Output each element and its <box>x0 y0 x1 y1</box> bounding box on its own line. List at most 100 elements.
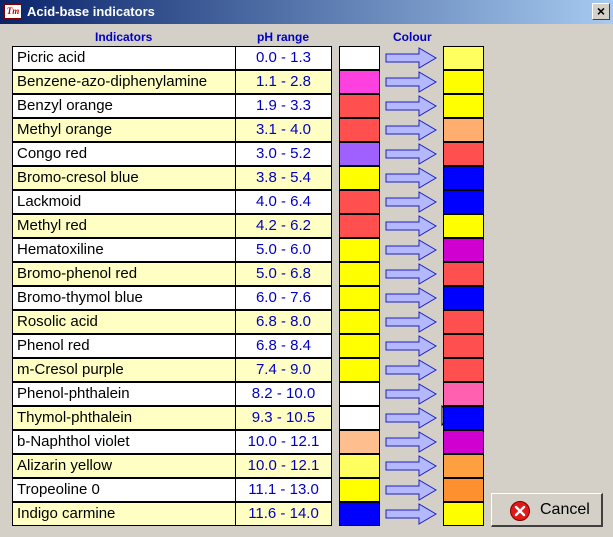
table-row: Picric acid 0.0 - 1.3 <box>12 46 332 70</box>
indicator-name: Rosolic acid <box>13 311 236 333</box>
base-color-swatch <box>443 262 484 286</box>
ph-range: 9.3 - 10.5 <box>251 409 316 426</box>
ph-range: 0.0 - 1.3 <box>255 49 312 66</box>
ph-range: 1.9 - 3.3 <box>255 97 312 114</box>
arrow-right-icon <box>385 95 437 117</box>
acid-color-swatch <box>339 358 380 382</box>
base-color-swatch <box>443 454 484 478</box>
arrow-right-icon <box>385 263 437 285</box>
table-row: Rosolic acid 6.8 - 8.0 <box>12 310 332 334</box>
arrow-right-icon <box>385 191 437 213</box>
cancel-button[interactable]: Cancel <box>491 493 603 527</box>
acid-color-swatch <box>339 70 380 94</box>
base-color-swatch <box>443 382 484 406</box>
ph-range: 4.2 - 6.2 <box>255 217 312 234</box>
arrow-right-icon <box>385 455 437 477</box>
acid-color-swatch <box>339 502 380 526</box>
acid-color-swatch <box>339 478 380 502</box>
table-row: Hematoxiline 5.0 - 6.0 <box>12 238 332 262</box>
base-color-swatch <box>443 286 484 310</box>
indicator-name: Benzyl orange <box>13 95 236 117</box>
base-color-swatch <box>443 310 484 334</box>
base-color-swatch <box>443 478 484 502</box>
cancel-icon <box>510 501 530 521</box>
table-row: b-Naphthol violet 10.0 - 12.1 <box>12 430 332 454</box>
acid-color-swatch <box>339 166 380 190</box>
indicator-name: Phenol-phthalein <box>13 383 236 405</box>
ph-range: 6.8 - 8.4 <box>255 337 312 354</box>
header-indicators: Indicators <box>95 30 153 44</box>
arrow-right-icon <box>385 311 437 333</box>
ph-range: 3.8 - 5.4 <box>255 169 312 186</box>
table-row: Thymol-phthalein 9.3 - 10.5 <box>12 406 332 430</box>
ph-range: 11.6 - 14.0 <box>248 505 319 522</box>
acid-color-swatch <box>339 334 380 358</box>
arrow-right-icon <box>385 287 437 309</box>
acid-color-swatch <box>339 430 380 454</box>
arrow-right-icon <box>385 359 437 381</box>
ph-range: 10.0 - 12.1 <box>247 433 320 450</box>
indicator-name: Bromo-cresol blue <box>13 167 236 189</box>
header-colour: Colour <box>393 30 432 44</box>
acid-color-swatch <box>339 190 380 214</box>
acid-color-swatch <box>339 382 380 406</box>
base-color-swatch <box>443 94 484 118</box>
indicator-name: Bromo-phenol red <box>13 263 236 285</box>
base-color-swatch <box>443 166 484 190</box>
table-row: Methyl red 4.2 - 6.2 <box>12 214 332 238</box>
indicator-name: Indigo carmine <box>13 503 236 525</box>
acid-color-swatch <box>339 142 380 166</box>
table-row: Benzene-azo-diphenylamine 1.1 - 2.8 <box>12 70 332 94</box>
indicator-name: Alizarin yellow <box>13 455 236 477</box>
ph-range: 6.0 - 7.6 <box>255 289 312 306</box>
base-color-swatch <box>443 190 484 214</box>
base-color-swatch <box>443 70 484 94</box>
base-color-swatch <box>443 358 484 382</box>
arrow-right-icon <box>385 479 437 501</box>
acid-color-swatch <box>339 454 380 478</box>
indicator-name: Benzene-azo-diphenylamine <box>13 71 236 93</box>
indicator-name: Thymol-phthalein <box>13 407 236 429</box>
indicator-name: Methyl orange <box>13 119 236 141</box>
arrow-right-icon <box>385 143 437 165</box>
ph-range: 10.0 - 12.1 <box>247 457 320 474</box>
table-row: m-Cresol purple 7.4 - 9.0 <box>12 358 332 382</box>
table-row: Congo red 3.0 - 5.2 <box>12 142 332 166</box>
app-icon: Tm <box>4 4 22 19</box>
base-color-swatch <box>443 214 484 238</box>
ph-range: 3.0 - 5.2 <box>255 145 312 162</box>
arrow-right-icon <box>385 47 437 69</box>
arrow-right-icon <box>385 383 437 405</box>
close-button[interactable]: × <box>592 3 610 20</box>
acid-color-swatch <box>339 94 380 118</box>
ph-range: 6.8 - 8.0 <box>255 313 312 330</box>
ph-range: 5.0 - 6.0 <box>255 241 312 258</box>
ph-range: 4.0 - 6.4 <box>255 193 312 210</box>
indicator-name: Methyl red <box>13 215 236 237</box>
base-color-swatch <box>443 334 484 358</box>
cancel-label: Cancel <box>540 501 590 518</box>
base-color-swatch <box>443 430 484 454</box>
base-color-swatch <box>443 406 484 430</box>
window-title: Acid-base indicators <box>27 4 155 19</box>
ph-range: 3.1 - 4.0 <box>255 121 312 138</box>
arrow-right-icon <box>385 71 437 93</box>
base-color-swatch <box>443 46 484 70</box>
base-color-swatch <box>443 118 484 142</box>
table-row: Bromo-cresol blue 3.8 - 5.4 <box>12 166 332 190</box>
indicator-name: Congo red <box>13 143 236 165</box>
table-row: Phenol-phthalein 8.2 - 10.0 <box>12 382 332 406</box>
ph-range: 11.1 - 13.0 <box>248 481 319 498</box>
arrow-right-icon <box>385 335 437 357</box>
table-row: Methyl orange 3.1 - 4.0 <box>12 118 332 142</box>
table-row: Indigo carmine 11.6 - 14.0 <box>12 502 332 526</box>
table-row: Bromo-thymol blue 6.0 - 7.6 <box>12 286 332 310</box>
indicator-name: Tropeoline 0 <box>13 479 236 501</box>
table-row: Bromo-phenol red 5.0 - 6.8 <box>12 262 332 286</box>
acid-color-swatch <box>339 310 380 334</box>
acid-color-swatch <box>339 46 380 70</box>
ph-range: 8.2 - 10.0 <box>251 385 316 402</box>
arrow-right-icon <box>385 215 437 237</box>
arrow-right-icon <box>385 119 437 141</box>
ph-range: 7.4 - 9.0 <box>255 361 312 378</box>
